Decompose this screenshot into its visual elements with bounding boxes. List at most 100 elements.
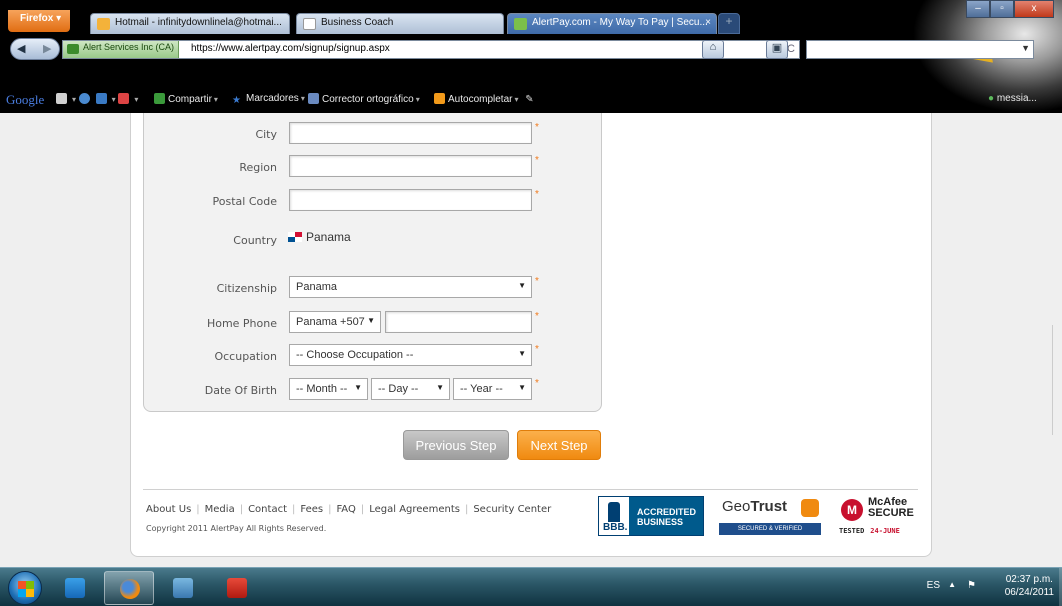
geotrust-tagline: SECURED & VERIFIED	[719, 523, 821, 535]
start-button[interactable]	[8, 571, 42, 605]
close-window-button[interactable]: x	[1014, 0, 1054, 18]
search-dropdown-icon[interactable]: ▼	[1021, 43, 1030, 53]
forward-arrow-icon[interactable]: ▶	[43, 42, 51, 55]
citizenship-select[interactable]: Panama ▼	[289, 276, 532, 298]
toolbar-share[interactable]: Compartir ▾	[154, 93, 218, 105]
back-arrow-icon[interactable]: ◀	[17, 42, 25, 55]
toolbar-page-icon[interactable]	[56, 93, 67, 104]
footer-link-media[interactable]: Media	[205, 504, 235, 515]
tab-close-icon[interactable]: ×	[705, 17, 711, 28]
country-name: Panama	[306, 230, 351, 244]
dob-year-select[interactable]: -- Year -- ▼	[453, 378, 532, 400]
bbb-torch-icon	[608, 502, 620, 522]
minimize-button[interactable]: –	[966, 0, 990, 18]
url-text[interactable]: https://www.alertpay.com/signup/signup.a…	[191, 43, 390, 54]
maximize-button[interactable]: ▫	[990, 0, 1014, 18]
phone-country-code-select[interactable]: Panama +507 ▼	[289, 311, 381, 333]
chevron-down-icon: ▼	[365, 316, 375, 325]
tab-business-coach[interactable]: Business Coach	[296, 13, 504, 34]
next-step-button[interactable]: Next Step	[517, 430, 601, 460]
footer-link-faq[interactable]: FAQ	[336, 504, 355, 515]
clock-time: 02:37 p.m.	[1005, 574, 1053, 585]
bbb-accredited-badge[interactable]: BBB. ACCREDITED BUSINESS	[598, 496, 704, 536]
browser-chrome: Firefox ▾ Hotmail - infinitydownlinela@h…	[0, 0, 1062, 113]
city-input[interactable]	[289, 122, 532, 144]
dob-month-value: -- Month --	[296, 383, 348, 395]
city-label: City	[255, 128, 277, 141]
search-bar[interactable]: ▼	[806, 40, 1034, 59]
tab-hotmail[interactable]: Hotmail - infinitydownlinela@hotmai...	[90, 13, 290, 34]
taskbar-network-app[interactable]	[158, 571, 208, 605]
url-bar[interactable]: Alert Services Inc (CA) https://www.aler…	[62, 40, 800, 59]
dob-day-value: -- Day --	[378, 383, 419, 395]
postal-code-input[interactable]	[289, 189, 532, 211]
navigation-bar: ◀ ▶ Alert Services Inc (CA) https://www.…	[0, 34, 1062, 64]
language-indicator[interactable]: ES	[927, 580, 940, 591]
toolbar-spellcheck[interactable]: Corrector ortográfico ▾	[308, 93, 420, 105]
web-page: City * Region * Postal Code * Country Pa…	[0, 113, 1062, 567]
dob-day-select[interactable]: -- Day -- ▼	[371, 378, 450, 400]
site-identity-badge[interactable]: Alert Services Inc (CA)	[63, 41, 180, 58]
google-logo[interactable]: Google	[6, 92, 44, 108]
mcafee-secure-badge[interactable]: M McAfee SECURE TESTED 24-JUNE	[836, 496, 926, 538]
bbb-text: ACCREDITED BUSINESS	[629, 497, 703, 535]
toolbar-user[interactable]: ● messia...	[988, 93, 1037, 104]
city-required-mark: *	[535, 122, 539, 133]
previous-step-button[interactable]: Previous Step	[403, 430, 509, 460]
footer-link-security-center[interactable]: Security Center	[473, 504, 551, 515]
hotmail-favicon-icon	[97, 18, 110, 30]
mcafee-secure-text: SECURE	[868, 507, 914, 519]
share-icon	[154, 93, 165, 104]
toolbar-bookmarks[interactable]: ★ Marcadores ▾	[232, 93, 305, 106]
action-center-flag-icon[interactable]: ⚑	[967, 580, 976, 591]
country-value: Panama	[288, 230, 351, 244]
toolbar-autofill-label: Autocompletar	[448, 94, 513, 105]
dob-month-select[interactable]: -- Month -- ▼	[289, 378, 368, 400]
toolbar-home-icon[interactable]	[118, 93, 130, 104]
toolbar-plus-icon[interactable]	[95, 93, 107, 104]
firefox-menu-button[interactable]: Firefox ▾	[8, 10, 70, 32]
taskbar-media-player[interactable]	[50, 571, 100, 605]
taskbar-pdf-reader[interactable]	[212, 571, 262, 605]
star-icon: ★	[232, 95, 241, 106]
alertpay-favicon-icon	[514, 18, 527, 30]
extension-icon[interactable]: ▣	[766, 40, 788, 59]
new-tab-button[interactable]: +	[718, 13, 740, 34]
page-scroll-indicator[interactable]	[1052, 325, 1060, 435]
mcafee-tested-date: 24-JUNE	[870, 527, 900, 535]
toolbar-globe-icon[interactable]	[78, 93, 90, 104]
chevron-down-icon: ▼	[518, 383, 526, 392]
footer-link-fees[interactable]: Fees	[300, 504, 323, 515]
firefox-icon	[120, 579, 140, 599]
region-input[interactable]	[289, 155, 532, 177]
footer-link-about-us[interactable]: About Us	[146, 504, 191, 515]
clock[interactable]: 02:37 p.m. 06/24/2011	[1005, 573, 1054, 599]
toolbar-icon-group[interactable]: ▾ ▾ ▾	[56, 93, 138, 105]
footer-link-legal-agreements[interactable]: Legal Agreements	[369, 504, 460, 515]
tab-label: AlertPay.com - My Way To Pay | Secu...	[532, 17, 708, 28]
home-icon[interactable]: ⌂	[702, 40, 724, 59]
clock-date: 06/24/2011	[1004, 587, 1054, 598]
chevron-down-icon: ▼	[436, 383, 444, 392]
pdf-reader-icon	[227, 578, 247, 598]
footer-links: About Us | Media | Contact | Fees | FAQ | Legal Ag…	[146, 504, 552, 515]
postal-code-label: Postal Code	[212, 195, 277, 208]
bbb-line1: ACCREDITED	[637, 507, 697, 517]
back-forward-buttons[interactable]: ◀ ▶	[10, 38, 60, 60]
footer-link-contact[interactable]: Contact	[248, 504, 287, 515]
show-hidden-icons[interactable]: ▲	[948, 580, 956, 589]
occupation-select[interactable]: -- Choose Occupation -- ▼	[289, 344, 532, 366]
taskbar-firefox[interactable]	[104, 571, 154, 605]
chevron-down-icon: ▼	[518, 281, 526, 290]
chevron-down-icon: ▼	[354, 383, 362, 392]
reload-icon[interactable]: C	[787, 43, 795, 55]
site-identity-label: Alert Services Inc (CA)	[83, 42, 175, 52]
home-phone-input[interactable]	[385, 311, 532, 333]
geotrust-prefix: Geo	[722, 498, 751, 515]
toolbar-autofill[interactable]: Autocompletar ▾ ✎	[434, 93, 534, 105]
tab-alertpay[interactable]: AlertPay.com - My Way To Pay | Secu... ×	[507, 13, 717, 34]
geotrust-badge[interactable]: GeoTrust SECURED & VERIFIED	[719, 497, 821, 535]
toolbar-share-label: Compartir	[168, 94, 212, 105]
pencil-icon[interactable]: ✎	[525, 94, 533, 105]
date-of-birth-label: Date Of Birth	[204, 384, 277, 397]
